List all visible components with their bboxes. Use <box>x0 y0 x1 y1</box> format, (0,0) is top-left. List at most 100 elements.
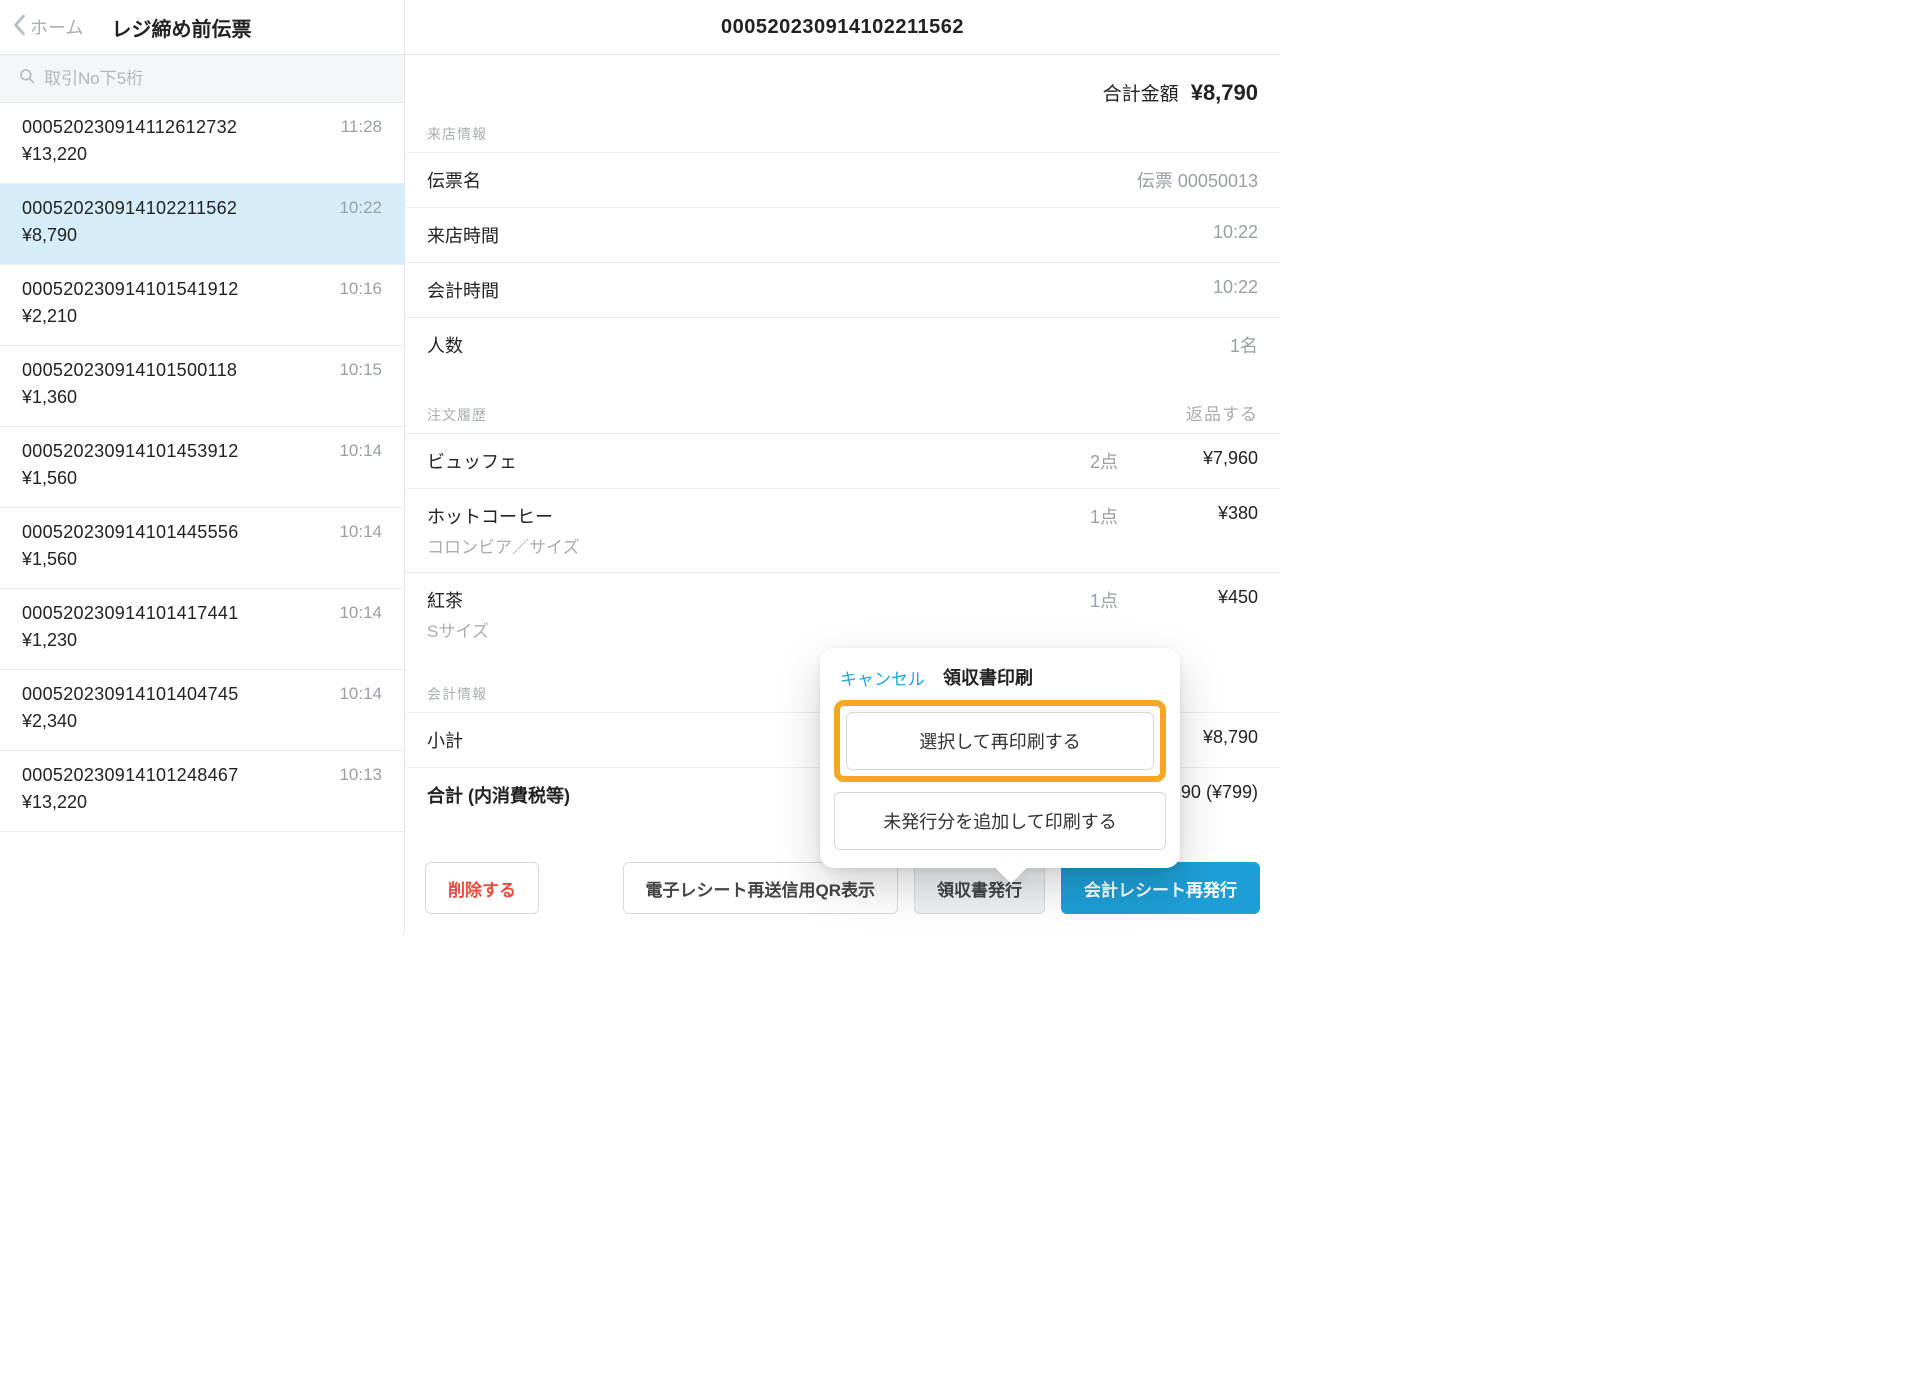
slip-item-amount: ¥13,220 <box>22 792 339 813</box>
slip-item-amount: ¥1,230 <box>22 630 339 651</box>
guests-value: 1名 <box>1230 332 1258 358</box>
order-name: ビュッフェ <box>427 448 988 474</box>
receipt-button[interactable]: 領収書発行 <box>914 862 1045 914</box>
slip-id-title: 000520230914102211562 <box>721 16 964 39</box>
visit-section-head: 来店情報 <box>405 124 1280 152</box>
reprint-button[interactable]: 会計レシート再発行 <box>1061 862 1260 914</box>
order-section-head: 注文履歴 返品する <box>405 372 1280 433</box>
order-qty: 2点 <box>988 448 1118 474</box>
total-bar: 合計金額 ¥8,790 <box>405 55 1280 124</box>
slip-item[interactable]: 00052023091410145391210:14¥1,560 <box>0 427 404 508</box>
order-return-button[interactable]: 返品する <box>1186 400 1258 425</box>
slip-item-no: 000520230914101500118 <box>22 360 339 381</box>
slip-item-no: 000520230914101404745 <box>22 684 339 705</box>
guests-label: 人数 <box>427 332 463 358</box>
chevron-left-icon <box>12 14 26 41</box>
popover-select-reprint-button[interactable]: 選択して再印刷する <box>846 712 1154 770</box>
sidebar-title: レジ締め前伝票 <box>111 13 251 42</box>
order-sub: コロンビア／サイズ <box>427 533 988 558</box>
receipt-popover: キャンセル 領収書印刷 選択して再印刷する 未発行分を追加して印刷する <box>820 648 1180 868</box>
total-amount: ¥8,790 <box>1191 80 1258 105</box>
slip-item[interactable]: 00052023091410141744110:14¥1,230 <box>0 589 404 670</box>
popover-cancel-button[interactable]: キャンセル <box>840 665 925 690</box>
slip-item-time: 10:14 <box>339 684 382 704</box>
row-slip-name: 伝票名 伝票 00050013 <box>405 152 1280 207</box>
search-input[interactable] <box>44 69 386 89</box>
slip-item-amount: ¥1,560 <box>22 468 339 489</box>
total-label: 合計金額 <box>1103 84 1179 105</box>
order-price: ¥7,960 <box>1118 448 1258 469</box>
slip-item-no: 000520230914101453912 <box>22 441 339 462</box>
slip-item-time: 10:16 <box>339 279 382 299</box>
checkout-time-label: 会計時間 <box>427 277 499 303</box>
order-price: ¥450 <box>1118 587 1258 608</box>
popover-add-unissued-button[interactable]: 未発行分を追加して印刷する <box>834 792 1166 850</box>
order-sub: Sサイズ <box>427 617 988 642</box>
order-row: 紅茶Sサイズ1点¥450 <box>405 572 1280 656</box>
slip-item-no: 000520230914102211562 <box>22 198 339 219</box>
popover-title: 領収書印刷 <box>943 664 1033 690</box>
slip-item-amount: ¥8,790 <box>22 225 339 246</box>
slip-item-amount: ¥2,340 <box>22 711 339 732</box>
slip-item[interactable]: 00052023091410144555610:14¥1,560 <box>0 508 404 589</box>
slip-item-no: 000520230914101541912 <box>22 279 339 300</box>
visit-time-value: 10:22 <box>1213 222 1258 243</box>
slip-item-time: 10:14 <box>339 522 382 542</box>
slip-name-value: 伝票 00050013 <box>1137 167 1258 193</box>
total-tax-amount: 90 <box>1181 782 1201 802</box>
total-tax-label: 合計 (内消費税等) <box>427 782 570 808</box>
total-tax-paren: (¥799) <box>1206 782 1258 802</box>
slip-item[interactable]: 00052023091410124846710:13¥13,220 <box>0 751 404 832</box>
popover-highlight: 選択して再印刷する <box>834 700 1166 782</box>
search-bar[interactable] <box>0 55 404 103</box>
delete-button[interactable]: 削除する <box>425 862 539 914</box>
checkout-time-value: 10:22 <box>1213 277 1258 298</box>
slip-item-time: 10:22 <box>339 198 382 218</box>
order-qty: 1点 <box>988 503 1118 529</box>
sidebar: ホーム レジ締め前伝票 00052023091411261273211:28¥1… <box>0 0 405 933</box>
slip-list[interactable]: 00052023091411261273211:28¥13,2200005202… <box>0 103 404 933</box>
total-tax-value: 90 (¥799) <box>1181 782 1258 803</box>
slip-item-no: 000520230914101445556 <box>22 522 339 543</box>
slip-item[interactable]: 00052023091410221156210:22¥8,790 <box>0 184 404 265</box>
slip-item[interactable]: 00052023091410140474510:14¥2,340 <box>0 670 404 751</box>
slip-item-no: 000520230914101248467 <box>22 765 339 786</box>
order-list: ビュッフェ2点¥7,960ホットコーヒーコロンビア／サイズ1点¥380紅茶Sサイ… <box>405 433 1280 656</box>
row-guests: 人数 1名 <box>405 317 1280 372</box>
slip-item-time: 11:28 <box>341 117 382 137</box>
slip-name-label: 伝票名 <box>427 167 481 193</box>
subtotal-value: ¥8,790 <box>1203 727 1258 748</box>
visit-time-label: 来店時間 <box>427 222 499 248</box>
slip-item[interactable]: 00052023091410150011810:15¥1,360 <box>0 346 404 427</box>
row-checkout-time: 会計時間 10:22 <box>405 262 1280 317</box>
search-icon <box>18 67 36 90</box>
main-header: 000520230914102211562 <box>405 0 1280 55</box>
back-button[interactable]: ホーム <box>12 14 83 41</box>
slip-item-amount: ¥13,220 <box>22 144 341 165</box>
slip-item[interactable]: 00052023091411261273211:28¥13,220 <box>0 103 404 184</box>
slip-item-amount: ¥2,210 <box>22 306 339 327</box>
slip-item-time: 10:14 <box>339 603 382 623</box>
qr-button[interactable]: 電子レシート再送信用QR表示 <box>623 862 899 914</box>
slip-item[interactable]: 00052023091410154191210:16¥2,210 <box>0 265 404 346</box>
popover-head: キャンセル 領収書印刷 <box>834 662 1166 700</box>
slip-item-no: 000520230914101417441 <box>22 603 339 624</box>
slip-item-time: 10:14 <box>339 441 382 461</box>
slip-item-amount: ¥1,560 <box>22 549 339 570</box>
order-row: ビュッフェ2点¥7,960 <box>405 433 1280 488</box>
order-price: ¥380 <box>1118 503 1258 524</box>
order-section-label: 注文履歴 <box>427 405 487 425</box>
row-visit-time: 来店時間 10:22 <box>405 207 1280 262</box>
slip-item-time: 10:15 <box>339 360 382 380</box>
slip-item-no: 000520230914112612732 <box>22 117 341 138</box>
slip-item-amount: ¥1,360 <box>22 387 339 408</box>
order-name: 紅茶Sサイズ <box>427 587 988 642</box>
pay-section-label: 会計情報 <box>427 684 487 704</box>
subtotal-label: 小計 <box>427 727 463 753</box>
visit-section-label: 来店情報 <box>427 124 487 144</box>
order-qty: 1点 <box>988 587 1118 613</box>
order-name: ホットコーヒーコロンビア／サイズ <box>427 503 988 558</box>
order-row: ホットコーヒーコロンビア／サイズ1点¥380 <box>405 488 1280 572</box>
sidebar-header: ホーム レジ締め前伝票 <box>0 0 404 55</box>
slip-item-time: 10:13 <box>339 765 382 785</box>
